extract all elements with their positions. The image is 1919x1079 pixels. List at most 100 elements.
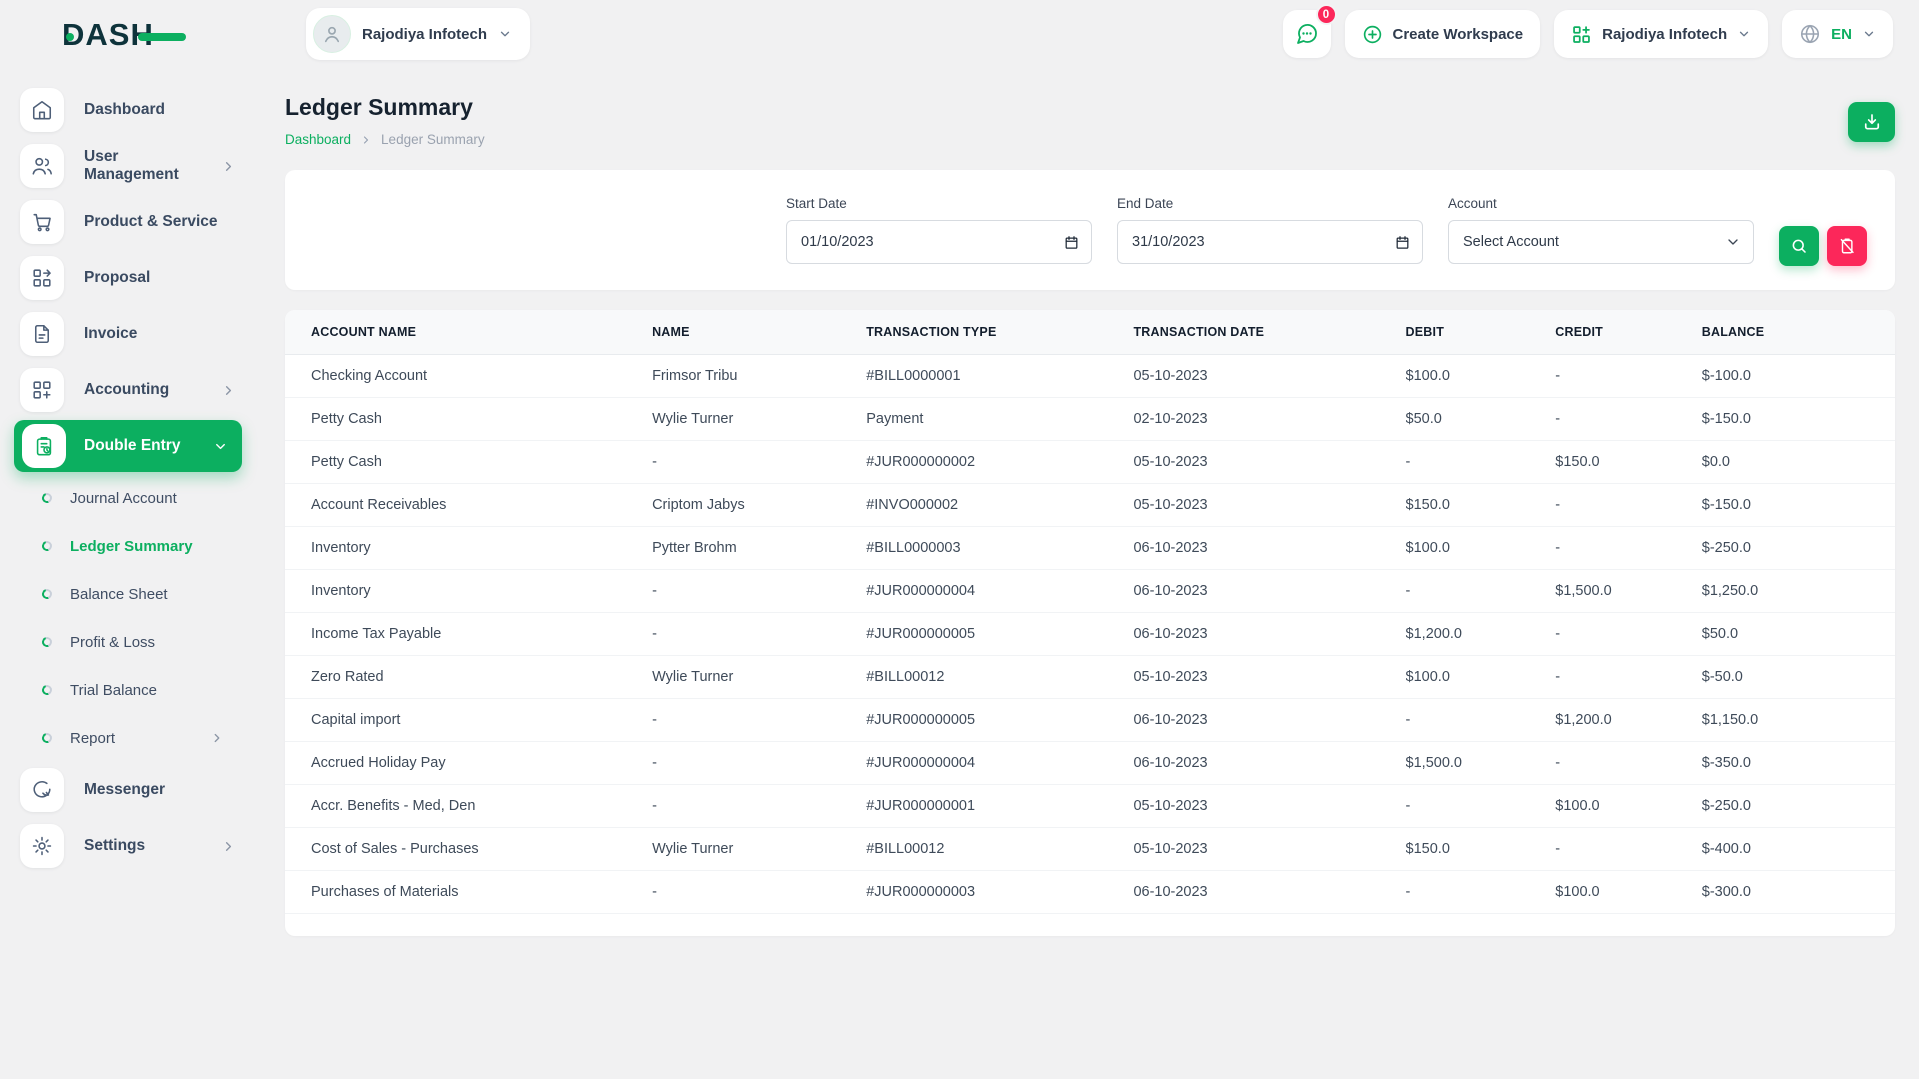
- breadcrumb: Dashboard Ledger Summary: [285, 132, 485, 147]
- user-menu[interactable]: Rajodiya Infotech: [306, 8, 530, 60]
- cell-date: 06-10-2023: [1133, 699, 1405, 742]
- bullet-icon: [40, 539, 53, 552]
- cell-name: -: [652, 742, 866, 785]
- table-row: Purchases of Materials-#JUR00000000306-1…: [285, 871, 1895, 914]
- workspace-switcher[interactable]: Rajodiya Infotech: [1554, 10, 1768, 58]
- table-header: ACCOUNT NAME NAME TRANSACTION TYPE TRANS…: [285, 310, 1895, 355]
- cell-date: 06-10-2023: [1133, 527, 1405, 570]
- language-switcher[interactable]: EN: [1782, 10, 1893, 58]
- sidebar-item-messenger[interactable]: Messenger: [0, 762, 250, 818]
- cell-credit: -: [1555, 355, 1702, 398]
- cell-type: #JUR000000002: [866, 441, 1133, 484]
- cell-date: 05-10-2023: [1133, 828, 1405, 871]
- cell-credit: -: [1555, 742, 1702, 785]
- cell-debit: -: [1406, 570, 1556, 613]
- sidebar-item-label: Proposal: [84, 269, 150, 287]
- end-date-field: End Date 31/10/2023: [1117, 196, 1423, 264]
- chevron-right-icon: [221, 383, 236, 398]
- sidebar-subitem-label: Balance Sheet: [70, 586, 168, 603]
- end-date-input[interactable]: 31/10/2023: [1117, 220, 1423, 264]
- cell-balance: $1,150.0: [1702, 699, 1895, 742]
- search-icon: [1790, 237, 1808, 255]
- page-head: Ledger Summary Dashboard Ledger Summary: [285, 94, 1895, 147]
- sidebar-item-label: Messenger: [84, 781, 165, 799]
- cell-date: 05-10-2023: [1133, 355, 1405, 398]
- top-right-actions: 0 Create Workspace Rajodiya Infotech: [1283, 10, 1894, 58]
- sidebar-item-label: User Management: [84, 148, 201, 184]
- user-name: Rajodiya Infotech: [362, 26, 487, 43]
- reset-button[interactable]: [1827, 226, 1867, 266]
- users-icon: [20, 144, 64, 188]
- invoice-icon: [20, 312, 64, 356]
- messages-badge: 0: [1316, 4, 1337, 25]
- cell-type: #BILL0000001: [866, 355, 1133, 398]
- table-row: Cost of Sales - PurchasesWylie Turner#BI…: [285, 828, 1895, 871]
- sidebar-item-double-entry[interactable]: Double Entry: [14, 420, 242, 472]
- accounting-icon: [20, 368, 64, 412]
- cell-date: 05-10-2023: [1133, 441, 1405, 484]
- table-row: Zero RatedWylie Turner#BILL0001205-10-20…: [285, 656, 1895, 699]
- sidebar-subitem-journal-account[interactable]: Journal Account: [0, 474, 250, 522]
- cell-debit: -: [1406, 441, 1556, 484]
- table-body: Checking AccountFrimsor Tribu#BILL000000…: [285, 355, 1895, 914]
- avatar: [313, 15, 351, 53]
- cell-balance: $-250.0: [1702, 527, 1895, 570]
- person-icon: [321, 23, 343, 45]
- cell-account: Checking Account: [285, 355, 652, 398]
- cell-balance: $-250.0: [1702, 785, 1895, 828]
- sidebar-subitem-balance-sheet[interactable]: Balance Sheet: [0, 570, 250, 618]
- cell-credit: $1,200.0: [1555, 699, 1702, 742]
- sidebar-item-dashboard[interactable]: Dashboard: [0, 82, 250, 138]
- cell-balance: $-50.0: [1702, 656, 1895, 699]
- cell-debit: $150.0: [1406, 828, 1556, 871]
- start-date-label: Start Date: [786, 196, 1092, 211]
- cell-account: Inventory: [285, 570, 652, 613]
- sidebar-subitem-ledger-summary[interactable]: Ledger Summary: [0, 522, 250, 570]
- sidebar-subitem-trial-balance[interactable]: Trial Balance: [0, 666, 250, 714]
- sidebar-item-settings[interactable]: Settings: [0, 818, 250, 874]
- start-date-input[interactable]: 01/10/2023: [786, 220, 1092, 264]
- filter-card: Start Date 01/10/2023 End Date 31/10/202…: [285, 170, 1895, 290]
- cell-account: Income Tax Payable: [285, 613, 652, 656]
- table-row: Income Tax Payable-#JUR00000000506-10-20…: [285, 613, 1895, 656]
- cell-balance: $0.0: [1702, 441, 1895, 484]
- bullet-icon: [40, 635, 53, 648]
- chat-bubble-icon: [1295, 22, 1319, 46]
- cart-icon: [20, 200, 64, 244]
- cell-account: Petty Cash: [285, 398, 652, 441]
- search-button[interactable]: [1779, 226, 1819, 266]
- cell-name: -: [652, 570, 866, 613]
- account-select[interactable]: Select Account: [1448, 220, 1754, 264]
- account-label: Account: [1448, 196, 1754, 211]
- cell-account: Cost of Sales - Purchases: [285, 828, 652, 871]
- cell-date: 06-10-2023: [1133, 570, 1405, 613]
- sidebar-subitem-profit-loss[interactable]: Profit & Loss: [0, 618, 250, 666]
- sidebar-item-invoice[interactable]: Invoice: [0, 306, 250, 362]
- table-row: Inventory-#JUR00000000406-10-2023-$1,500…: [285, 570, 1895, 613]
- table-row: InventoryPytter Brohm#BILL000000306-10-2…: [285, 527, 1895, 570]
- sidebar-item-proposal[interactable]: Proposal: [0, 250, 250, 306]
- calendar-icon[interactable]: [1064, 235, 1079, 250]
- cell-credit: -: [1555, 828, 1702, 871]
- calendar-icon[interactable]: [1395, 235, 1410, 250]
- bullet-icon: [40, 731, 53, 744]
- sidebar-item-user-management[interactable]: User Management: [0, 138, 250, 194]
- cell-name: -: [652, 613, 866, 656]
- bullet-icon: [40, 491, 53, 504]
- sidebar-subitem-label: Journal Account: [70, 490, 177, 507]
- cell-debit: $50.0: [1406, 398, 1556, 441]
- sidebar-subitem-report[interactable]: Report: [0, 714, 250, 762]
- cell-balance: $50.0: [1702, 613, 1895, 656]
- sidebar-item-product-service[interactable]: Product & Service: [0, 194, 250, 250]
- create-workspace-button[interactable]: Create Workspace: [1345, 10, 1541, 58]
- cell-type: #INVO000002: [866, 484, 1133, 527]
- cell-balance: $-350.0: [1702, 742, 1895, 785]
- messages-button[interactable]: 0: [1283, 10, 1331, 58]
- breadcrumb-dashboard-link[interactable]: Dashboard: [285, 132, 351, 147]
- chevron-down-icon: [213, 439, 228, 454]
- download-button[interactable]: [1848, 102, 1895, 142]
- end-date-value: 31/10/2023: [1132, 234, 1205, 250]
- cell-type: #BILL0000003: [866, 527, 1133, 570]
- plus-circle-icon: [1362, 24, 1383, 45]
- sidebar-item-accounting[interactable]: Accounting: [0, 362, 250, 418]
